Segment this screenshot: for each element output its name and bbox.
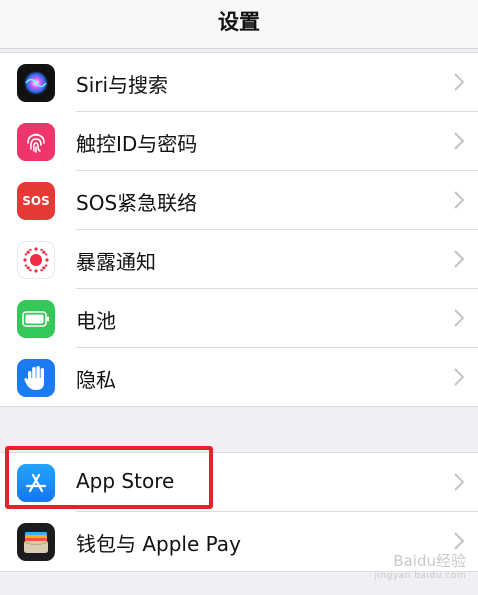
settings-row-label: 隐私 xyxy=(76,368,116,392)
navigation-bar: 设置 xyxy=(0,0,478,49)
settings-row-touch-id[interactable]: 触控ID与密码 xyxy=(0,112,478,171)
highlight-annotation-box xyxy=(5,446,213,509)
settings-row-siri[interactable]: Siri与搜索 xyxy=(0,53,478,112)
watermark: Baidu经验 jingyan.baidu.com xyxy=(374,552,466,581)
settings-row-privacy[interactable]: 隐私 xyxy=(0,348,478,407)
privacy-hand-icon xyxy=(17,359,55,397)
fingerprint-icon xyxy=(17,123,55,161)
settings-row-label: SOS紧急联络 xyxy=(76,191,198,215)
settings-row-emergency-sos[interactable]: SOS SOS紧急联络 xyxy=(0,171,478,230)
chevron-right-icon xyxy=(454,73,464,91)
chevron-right-icon xyxy=(454,473,464,491)
wallet-icon xyxy=(17,523,55,561)
settings-row-label: 电池 xyxy=(76,309,116,333)
settings-group-1: Siri与搜索 触控ID与密码 SOS SOS紧急联络 暴露通知 电池 隐私 xyxy=(0,52,478,407)
settings-row-label: 钱包与 Apple Pay xyxy=(76,532,241,556)
exposure-notification-icon xyxy=(17,241,55,279)
settings-row-label: 触控ID与密码 xyxy=(76,132,198,156)
chevron-right-icon xyxy=(454,250,464,268)
page-title: 设置 xyxy=(218,10,260,34)
chevron-right-icon xyxy=(454,368,464,386)
chevron-right-icon xyxy=(454,191,464,209)
siri-icon xyxy=(17,64,55,102)
sos-icon: SOS xyxy=(17,182,55,220)
chevron-right-icon xyxy=(454,532,464,550)
battery-icon xyxy=(17,300,55,338)
settings-row-battery[interactable]: 电池 xyxy=(0,289,478,348)
chevron-right-icon xyxy=(454,309,464,327)
settings-row-exposure-notifications[interactable]: 暴露通知 xyxy=(0,230,478,289)
settings-row-label: 暴露通知 xyxy=(76,250,156,274)
settings-row-label: Siri与搜索 xyxy=(76,73,169,97)
chevron-right-icon xyxy=(454,132,464,150)
